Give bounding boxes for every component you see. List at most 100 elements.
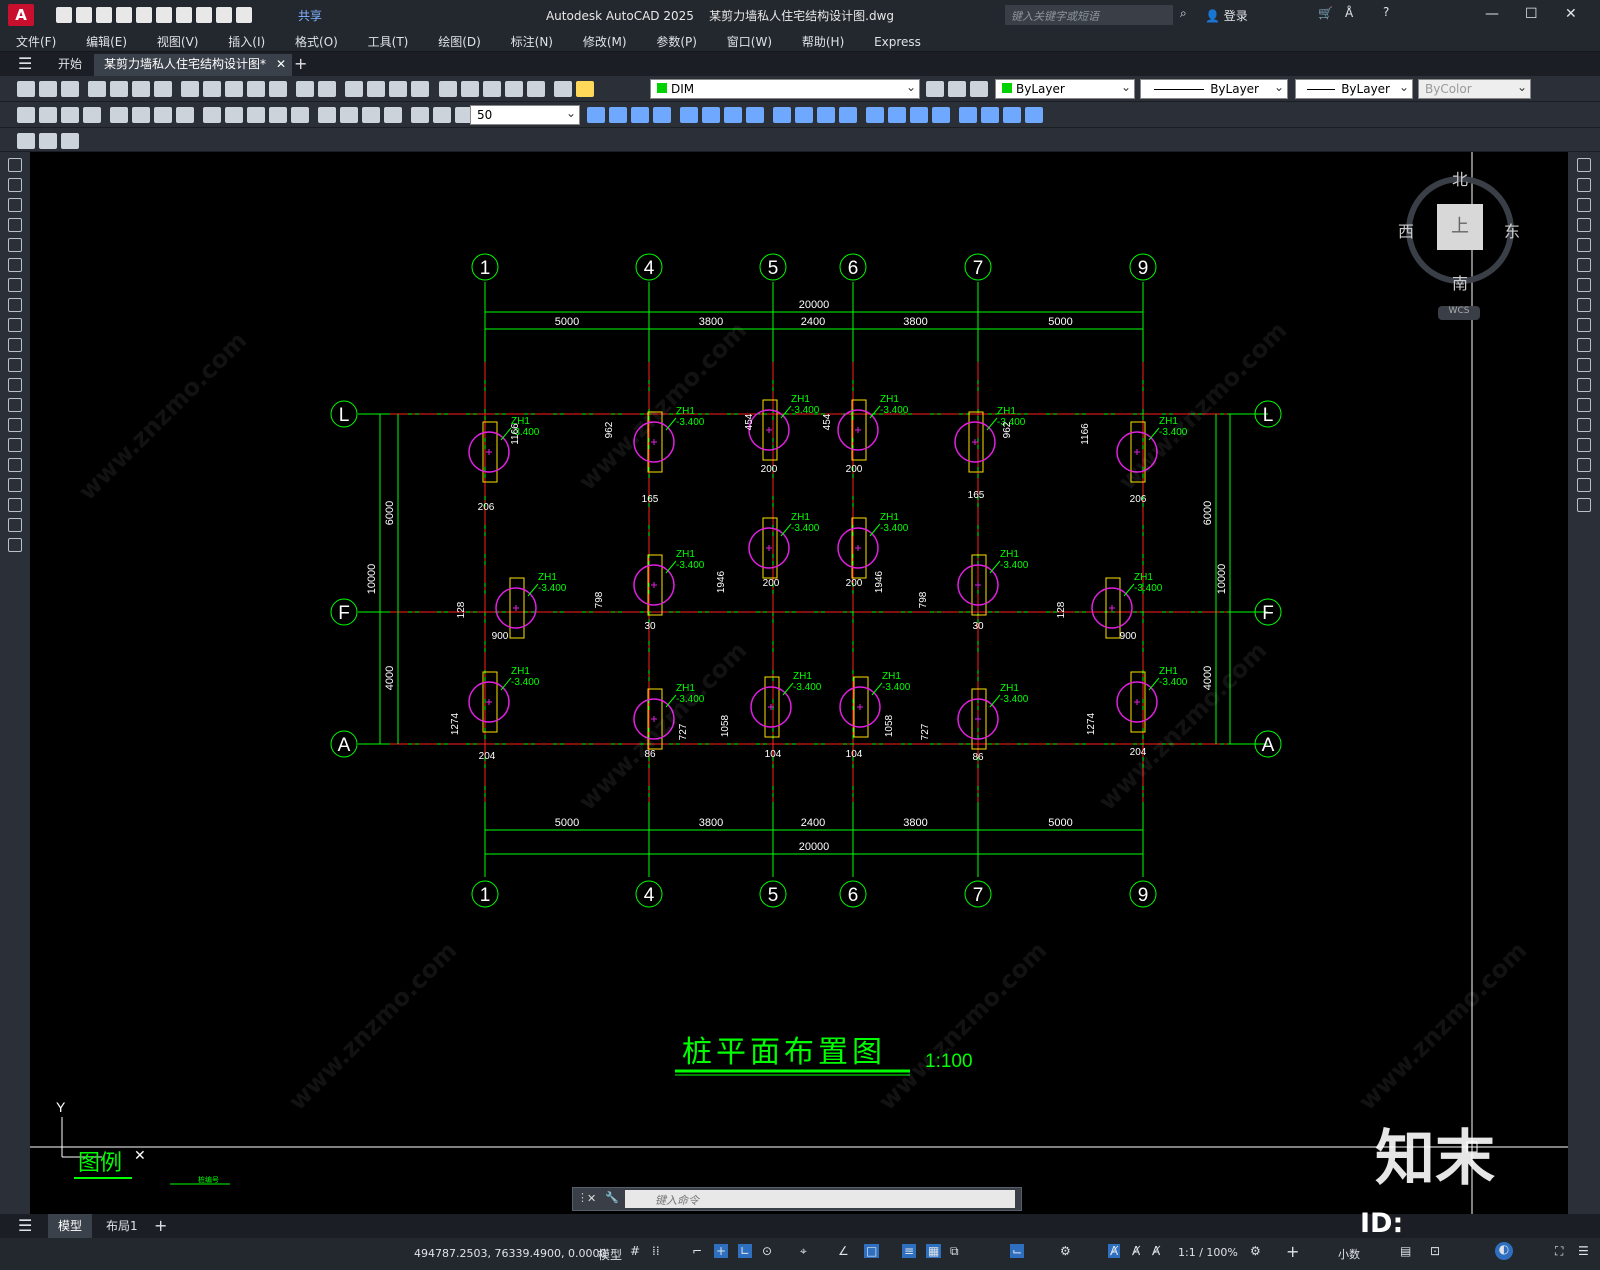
color-dropdown[interactable]: ByLayer ⌄: [995, 79, 1135, 99]
arc-icon[interactable]: [8, 258, 22, 272]
save-as-icon[interactable]: [116, 7, 132, 23]
design-center-icon[interactable]: [460, 81, 479, 97]
radius-dim-icon[interactable]: [110, 107, 129, 123]
insert-block-icon[interactable]: [8, 378, 22, 392]
annotation-scale-icon[interactable]: Ⱥ: [1152, 1244, 1160, 1258]
linetype-dropdown[interactable]: ByLayer ⌄: [1140, 79, 1288, 99]
view-front-icon[interactable]: [959, 107, 978, 123]
dim-text-edit-icon[interactable]: [433, 107, 452, 123]
open-icon[interactable]: [76, 7, 92, 23]
viewcube-south[interactable]: 南: [1452, 270, 1468, 294]
rotate-icon[interactable]: [1577, 278, 1591, 292]
ortho-icon[interactable]: ∟: [738, 1244, 753, 1258]
layer-isolate-icon[interactable]: [39, 133, 58, 149]
menu-window[interactable]: 窗口(W): [727, 30, 772, 53]
coordinates-readout[interactable]: 494787.2503, 76339.4900, 0.0000: [414, 1247, 606, 1260]
3d-osnap-icon[interactable]: ⌙: [1010, 1244, 1025, 1258]
dynamic-ucs-icon[interactable]: ⚙: [1060, 1244, 1071, 1258]
hamburger-icon[interactable]: ☰: [18, 54, 32, 73]
calculator-icon[interactable]: [526, 81, 545, 97]
share-button[interactable]: 共享: [298, 7, 322, 24]
search-icon[interactable]: ⌕: [1180, 6, 1187, 21]
drawing-canvas[interactable]: 1 1 4 4 5 5 6 6 7 7 9 9 L L F F A A 5000 3800 2400 3800 5000 20…: [30, 152, 1568, 1214]
view-right-icon[interactable]: [932, 107, 951, 123]
continue-dim-icon[interactable]: [247, 107, 266, 123]
break-at-point-icon[interactable]: [1577, 378, 1591, 392]
table-icon[interactable]: [8, 498, 22, 512]
new-icon[interactable]: [56, 7, 72, 23]
viewcube-north[interactable]: 北: [1452, 166, 1468, 190]
customization-icon[interactable]: ☰: [1578, 1244, 1589, 1258]
object-snap-tracking-icon[interactable]: ∠: [838, 1244, 849, 1258]
tab-layout1[interactable]: 布局1: [100, 1214, 144, 1238]
revision-cloud-icon[interactable]: [8, 298, 22, 312]
plot-preview-icon[interactable]: [110, 81, 129, 97]
ucs-view-icon[interactable]: [702, 107, 721, 123]
aligned-dim-icon[interactable]: [39, 107, 58, 123]
rectangle-icon[interactable]: [8, 238, 22, 252]
lock-ui-icon[interactable]: ⊡: [1430, 1244, 1440, 1258]
viewcube[interactable]: 上 北 南 西 东 WCS: [1398, 166, 1520, 326]
cmd-close-icon[interactable]: ✕: [587, 1192, 596, 1205]
match-properties-icon[interactable]: [247, 81, 266, 97]
view-left-icon[interactable]: [910, 107, 929, 123]
menu-insert[interactable]: 插入(I): [228, 30, 265, 53]
tab-drawing[interactable]: 某剪力墙私人住宅结构设计图* ✕: [94, 54, 293, 76]
viewcube-east[interactable]: 东: [1504, 218, 1520, 242]
tool-palettes-icon[interactable]: [482, 81, 501, 97]
spline-icon[interactable]: [8, 318, 22, 332]
sign-in-button[interactable]: 👤 登录: [1205, 7, 1248, 24]
menu-view[interactable]: 视图(V): [157, 30, 199, 53]
command-input[interactable]: 键入命令: [625, 1190, 1015, 1208]
hamburger-icon[interactable]: ☰: [18, 1216, 32, 1235]
annotation-visibility-icon[interactable]: Ⱥ: [1108, 1244, 1121, 1258]
lineweight-icon[interactable]: ≡: [902, 1244, 917, 1258]
view-bottom-icon[interactable]: [888, 107, 907, 123]
legend-close-icon[interactable]: ✕: [134, 1148, 146, 1164]
angular-dim-icon[interactable]: [176, 107, 195, 123]
copy-object-icon[interactable]: [1577, 178, 1591, 192]
inspection-icon[interactable]: [362, 107, 381, 123]
view-sw-iso-icon[interactable]: [1003, 107, 1022, 123]
new-icon[interactable]: [17, 81, 36, 97]
tab-model[interactable]: 模型: [48, 1214, 93, 1238]
arc-length-icon[interactable]: [61, 107, 80, 123]
wcs-menu[interactable]: WCS: [1438, 306, 1480, 320]
block-editor-icon[interactable]: [269, 81, 288, 97]
array-icon[interactable]: [1577, 238, 1591, 252]
hatch-icon[interactable]: [8, 438, 22, 452]
construction-line-icon[interactable]: [8, 178, 22, 192]
menu-parametric[interactable]: 参数(P): [656, 30, 697, 53]
baseline-dim-icon[interactable]: [225, 107, 244, 123]
add-selected-icon[interactable]: [8, 538, 22, 552]
command-line[interactable]: ⋮ ✕ 🔧 键入命令: [572, 1187, 1022, 1211]
auto-scale-icon[interactable]: Ⱥ: [1132, 1244, 1140, 1258]
sheet-set-icon[interactable]: [504, 81, 523, 97]
publish-icon[interactable]: [132, 81, 151, 97]
menu-dimension[interactable]: 标注(N): [511, 30, 553, 53]
grid-icon[interactable]: #: [630, 1244, 640, 1258]
transparency-icon[interactable]: ▦: [926, 1244, 942, 1258]
dim-edit-icon[interactable]: [411, 107, 430, 123]
save-to-web-icon[interactable]: [156, 7, 172, 23]
cut-icon[interactable]: [181, 81, 200, 97]
dwf-icon[interactable]: [154, 81, 173, 97]
ucs-icon[interactable]: [587, 107, 605, 123]
drawing-svg[interactable]: 1 1 4 4 5 5 6 6 7 7 9 9 L L F F A A 5000 3800 2400 3800 5000 20…: [30, 152, 1568, 1214]
model-space-button[interactable]: 模型: [598, 1246, 622, 1263]
dim-scale-dropdown[interactable]: 50 ⌄: [470, 105, 580, 125]
circle-icon[interactable]: [8, 278, 22, 292]
menu-express[interactable]: Express: [874, 32, 921, 52]
minimize-icon[interactable]: —: [1485, 6, 1499, 22]
chamfer-icon[interactable]: [1577, 438, 1591, 452]
menu-edit[interactable]: 编辑(E): [86, 30, 127, 53]
help-icon[interactable]: ?: [1383, 5, 1389, 19]
polar-tracking-icon[interactable]: ⊙: [762, 1244, 772, 1258]
cmd-customize-icon[interactable]: 🔧: [605, 1191, 619, 1204]
offset-icon[interactable]: [1577, 218, 1591, 232]
lineweight-dropdown[interactable]: ByLayer ⌄: [1295, 79, 1413, 99]
new-tab-icon[interactable]: +: [284, 54, 317, 76]
ellipse-icon[interactable]: [8, 338, 22, 352]
tab-start[interactable]: 开始: [48, 54, 92, 76]
viewcube-top-face[interactable]: 上: [1437, 204, 1483, 250]
